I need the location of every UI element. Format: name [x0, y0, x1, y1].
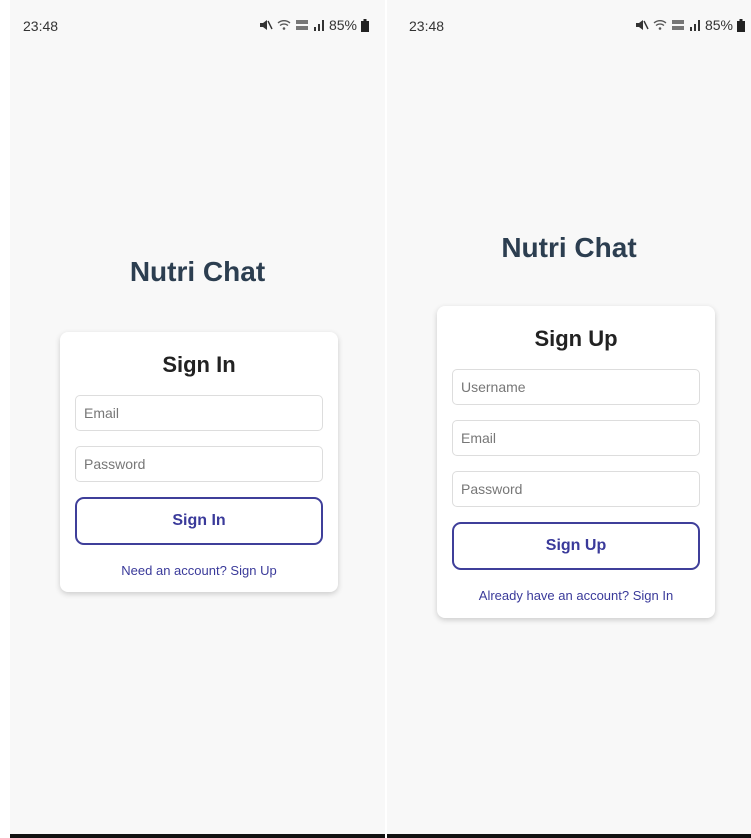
app-title: Nutri Chat [501, 232, 637, 263]
sign-up-screen: 23:48 85% Nutri Chat Sign Up Sign Up [387, 0, 751, 838]
email-input[interactable] [75, 395, 323, 431]
nav-bar [387, 834, 751, 838]
volte-icon [295, 19, 309, 31]
mute-icon [635, 19, 649, 31]
sign-in-link[interactable]: Already have an account? Sign In [452, 588, 700, 603]
status-time: 23:48 [409, 18, 445, 34]
status-bar: 23:48 85% [10, 0, 385, 40]
form-title: Sign Up [534, 326, 618, 351]
sign-up-link[interactable]: Need an account? Sign Up [75, 563, 323, 578]
email-input[interactable] [452, 420, 700, 456]
volte-icon [671, 19, 685, 31]
username-input[interactable] [452, 369, 700, 405]
app-title: Nutri Chat [129, 256, 266, 287]
sign-up-card: Sign Up Sign Up Already have an account?… [437, 306, 715, 618]
sign-up-button[interactable]: Sign Up [452, 522, 700, 570]
password-input[interactable] [452, 471, 700, 507]
status-bar: 23:48 85% [387, 0, 751, 40]
sign-in-button[interactable]: Sign In [75, 497, 323, 545]
nav-bar [10, 834, 385, 838]
status-icons: 85% [635, 17, 745, 33]
signal-icon [313, 19, 325, 31]
battery-percent: 85% [328, 17, 357, 33]
form-title: Sign In [162, 352, 236, 377]
battery-icon [361, 18, 369, 32]
password-input[interactable] [75, 446, 323, 482]
status-icons: 85% [259, 17, 369, 33]
sign-in-card: Sign In Sign In Need an account? Sign Up [60, 332, 338, 592]
sign-in-screen: 23:48 85% Nutri Chat Sign In Sign In [10, 0, 385, 838]
wifi-icon [653, 19, 667, 31]
status-time: 23:48 [23, 18, 59, 34]
battery-icon [737, 18, 745, 32]
battery-percent: 85% [704, 17, 733, 33]
mute-icon [259, 19, 273, 31]
signal-icon [689, 19, 701, 31]
wifi-icon [277, 19, 291, 31]
